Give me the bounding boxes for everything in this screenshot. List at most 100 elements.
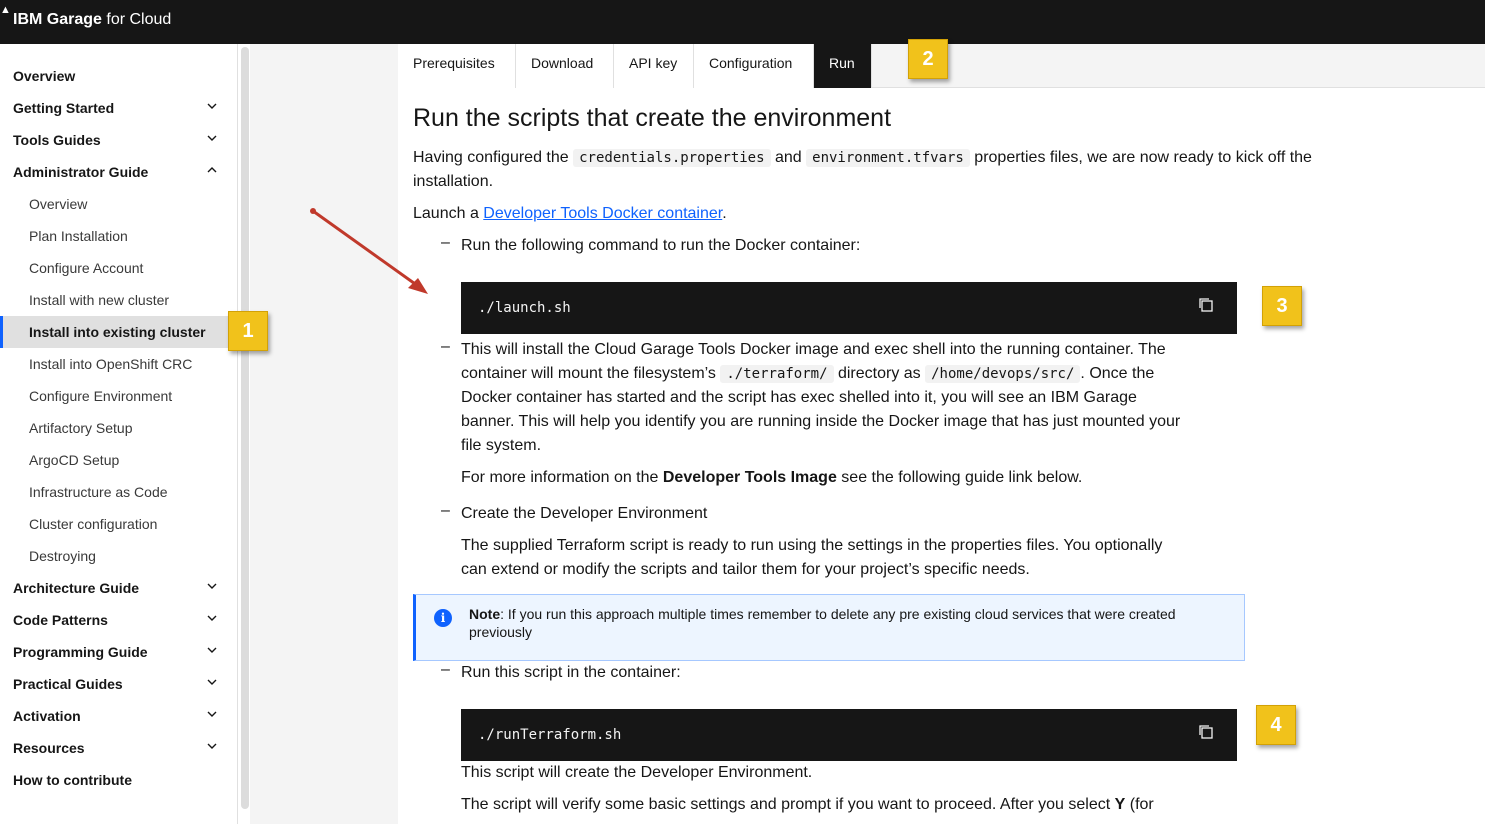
chevron-down-icon[interactable] (206, 700, 218, 732)
list-bullet: – (441, 502, 450, 519)
sidebar-item[interactable]: Overview (0, 188, 238, 220)
sidebar-scrollbar[interactable] (241, 47, 249, 809)
sidebar-item[interactable]: Architecture Guide (0, 572, 238, 604)
sidebar-item-label: Administrator Guide (13, 164, 149, 180)
sidebar-item-label: Destroying (29, 548, 96, 564)
sidebar-item[interactable]: Getting Started (0, 92, 238, 124)
sidebar-item[interactable]: ArgoCD Setup (0, 444, 238, 476)
script-verify-text: The script will verify some basic settin… (461, 796, 1154, 813)
list-bullet: – (441, 661, 450, 678)
sidebar-item[interactable]: Install with new cluster (0, 284, 238, 316)
sidebar-item[interactable]: Activation (0, 700, 238, 732)
sidebar-item[interactable]: Destroying (0, 540, 238, 572)
copy-icon[interactable] (1197, 296, 1215, 314)
main-content: Run the scripts that create the environm… (398, 88, 1485, 824)
sidebar-item-label: Install into existing cluster (29, 324, 206, 340)
inline-code: credentials.properties (573, 149, 771, 167)
sidebar-item-label: ArgoCD Setup (29, 452, 120, 468)
terraform-description: The supplied Terraform script is ready t… (461, 537, 1163, 578)
list-bullet: – (441, 234, 450, 251)
annotation-arrow-icon (310, 208, 428, 294)
sidebar-item-label: Activation (13, 708, 81, 724)
sidebar-item-label: Code Patterns (13, 612, 108, 628)
sidebar-item[interactable]: Install into existing cluster (0, 316, 238, 348)
info-icon: i (434, 609, 452, 627)
sidebar-item-label: Architecture Guide (13, 580, 140, 596)
sidebar-item[interactable]: Programming Guide (0, 636, 238, 668)
sidebar-item-label: Overview (29, 196, 88, 212)
chevron-down-icon[interactable] (206, 668, 218, 700)
sidebar-item[interactable]: Administrator Guide (0, 156, 238, 188)
sidebar-item[interactable]: Code Patterns (0, 604, 238, 636)
mouse-cursor-icon: ▲ (0, 4, 11, 16)
sidebar-item-label: Cluster configuration (29, 516, 158, 532)
sidebar-item-label: Configure Environment (29, 388, 173, 404)
tab-run[interactable]: Run (814, 44, 872, 88)
sidebar-item[interactable]: Overview (0, 60, 238, 92)
sidebar-item[interactable]: Artifactory Setup (0, 412, 238, 444)
intro-paragraph: Having configured the credentials.proper… (413, 149, 1312, 190)
inline-code: /home/devops/src/ (925, 365, 1081, 383)
sidebar-item-label: Install into OpenShift CRC (29, 356, 193, 372)
sidebar-item[interactable]: Infrastructure as Code (0, 476, 238, 508)
sidebar-item-label: Overview (13, 68, 76, 84)
tab-api-key[interactable]: API key (614, 44, 694, 88)
code-text: ./runTerraform.sh (478, 727, 622, 743)
tab-download[interactable]: Download (516, 44, 614, 88)
step-create-environment: Create the Developer Environment (461, 505, 708, 522)
inline-code: ./terraform/ (720, 365, 834, 383)
sidebar-item-label: How to contribute (13, 772, 132, 788)
sidebar-item-label: Install with new cluster (29, 292, 170, 308)
callout-badge-2: 2 (908, 39, 948, 79)
tab-prerequisites[interactable]: Prerequisites (398, 44, 516, 88)
tab-configuration[interactable]: Configuration (694, 44, 814, 88)
more-info-paragraph: For more information on the Developer To… (461, 469, 1083, 486)
brand-title[interactable]: IBM Garage for Cloud (13, 11, 171, 29)
callout-badge-3: 3 (1262, 286, 1302, 326)
sidebar-item[interactable]: Configure Account (0, 252, 238, 284)
chevron-down-icon[interactable] (206, 732, 218, 764)
sidebar-item-label: Programming Guide (13, 644, 148, 660)
code-text: ./launch.sh (478, 300, 571, 316)
sidebar-item[interactable]: Tools Guides (0, 124, 238, 156)
sidebar-item[interactable]: Install into OpenShift CRC (0, 348, 238, 380)
sidebar-item-label: Plan Installation (29, 228, 128, 244)
note-text: Note: If you run this approach multiple … (469, 606, 1176, 640)
sidebar-item[interactable]: Plan Installation (0, 220, 238, 252)
page-title: Run the scripts that create the environm… (413, 104, 892, 132)
step-run-script: Run this script in the container: (461, 664, 681, 681)
sidebar-item[interactable]: Practical Guides (0, 668, 238, 700)
script-result-text: This script will create the Developer En… (461, 764, 813, 781)
sidebar-item-label: Tools Guides (13, 132, 101, 148)
step-run-docker: Run the following command to run the Doc… (461, 237, 861, 254)
sidebar-item-label: Getting Started (13, 100, 115, 116)
chevron-down-icon[interactable] (206, 124, 218, 156)
sidebar-item-label: Infrastructure as Code (29, 484, 168, 500)
chevron-up-icon[interactable] (206, 156, 218, 188)
copy-icon[interactable] (1197, 723, 1215, 741)
inline-code: environment.tfvars (806, 149, 970, 167)
sidebar-nav: Overview Getting Started Tools Guides Admin… (0, 44, 238, 824)
top-header: ▲ IBM Garage for Cloud (0, 0, 1485, 44)
sidebar-item[interactable]: Resources (0, 732, 238, 764)
chevron-down-icon[interactable] (206, 572, 218, 604)
sidebar-item[interactable]: Cluster configuration (0, 508, 238, 540)
list-bullet: – (441, 338, 450, 355)
info-note: i Note: If you run this approach multipl… (413, 594, 1245, 661)
content-gutter (250, 44, 398, 824)
sidebar-item-label: Configure Account (29, 260, 144, 276)
chevron-down-icon[interactable] (206, 604, 218, 636)
callout-badge-1: 1 (228, 311, 268, 351)
chevron-down-icon[interactable] (206, 92, 218, 124)
code-block-runterraform: ./runTerraform.sh (461, 709, 1237, 761)
callout-badge-4: 4 (1256, 705, 1296, 745)
code-block-launch: ./launch.sh (461, 282, 1237, 334)
step-install-description: This will install the Cloud Garage Tools… (461, 341, 1181, 454)
sidebar-item[interactable]: How to contribute (0, 764, 238, 796)
developer-tools-link[interactable]: Developer Tools Docker container (483, 205, 722, 222)
sidebar-item-label: Artifactory Setup (29, 420, 133, 436)
sidebar-item[interactable]: Configure Environment (0, 380, 238, 412)
sidebar-item-label: Resources (13, 740, 85, 756)
sidebar-item-label: Practical Guides (13, 676, 123, 692)
chevron-down-icon[interactable] (206, 636, 218, 668)
